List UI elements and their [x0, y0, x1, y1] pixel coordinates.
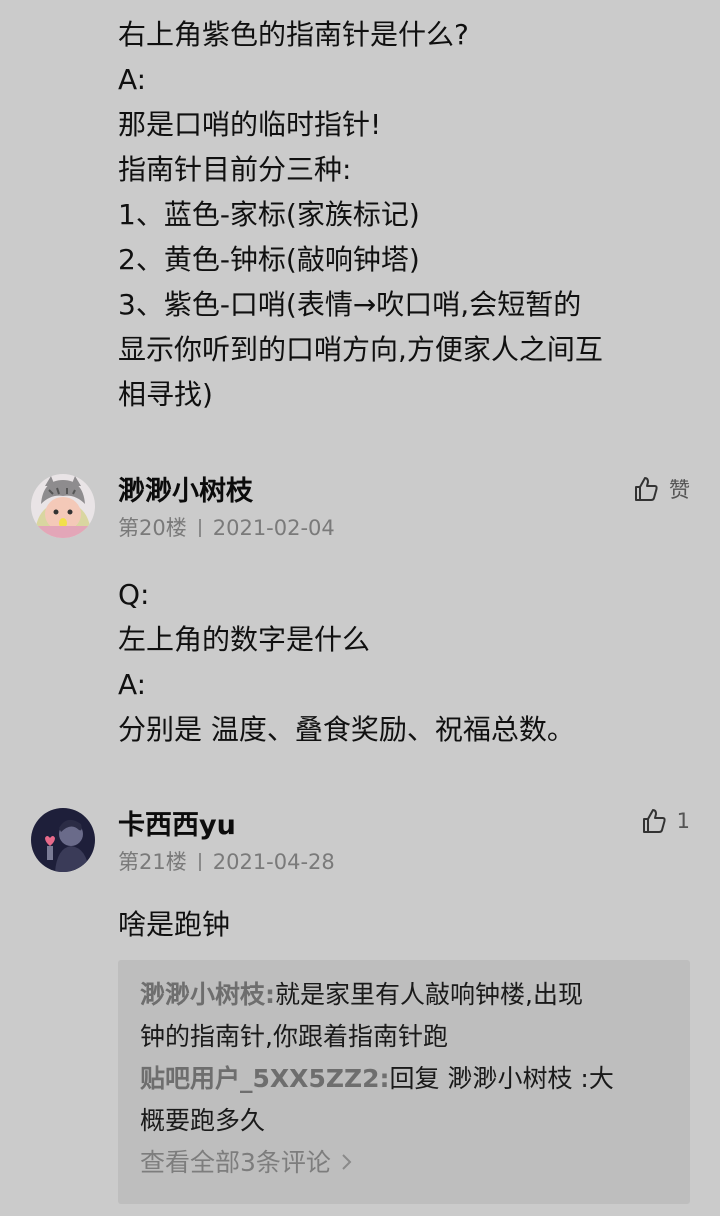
post-content: 右上角紫色的指南针是什么? A: 那是口哨的临时指针! 指南针目前分三种: 1、…	[118, 12, 688, 417]
reply-content: Q: 左上角的数字是什么 A: 分别是 温度、叠食奖励、祝福总数。	[118, 572, 688, 752]
meta-divider	[198, 853, 201, 871]
floor-meta: 第20楼 2021-02-04	[118, 514, 335, 542]
username[interactable]: 渺渺小树枝	[118, 474, 253, 510]
post-line: 右上角紫色的指南针是什么?	[118, 18, 469, 51]
sub-reply-text: 回复 渺渺小树枝 :大	[389, 1064, 614, 1093]
floor-number: 第20楼	[118, 516, 187, 540]
thumbs-up-icon	[633, 476, 659, 502]
dark-portrait-avatar	[31, 808, 95, 872]
post-line: 2、黄色-钟标(敲响钟塔)	[118, 243, 420, 276]
reply-content: 啥是跑钟	[118, 902, 688, 947]
sub-replies-box[interactable]: 渺渺小树枝:就是家里有人敲响钟楼,出现 钟的指南针,你跟着指南针跑 贴吧用户_5…	[118, 960, 690, 1204]
username[interactable]: 卡西西yu	[118, 808, 236, 844]
thumbs-up-icon	[641, 808, 667, 834]
floor-number: 第21楼	[118, 850, 187, 874]
like-label: 赞	[669, 478, 690, 502]
post-line: 3、紫色-口哨(表情→吹口哨,会短暂的	[118, 288, 582, 321]
sub-reply-text: 钟的指南针,你跟着指南针跑	[140, 1022, 448, 1051]
meta-divider	[198, 519, 201, 537]
reply-line: A:	[118, 668, 147, 701]
post-line: 显示你听到的口哨方向,方便家人之间互	[118, 333, 603, 366]
view-all-comments-link[interactable]: 查看全部3条评论	[140, 1142, 668, 1184]
post-line: 1、蓝色-家标(家族标记)	[118, 198, 420, 231]
post-line: 相寻找)	[118, 378, 213, 411]
sub-reply-user[interactable]: 渺渺小树枝:	[140, 980, 275, 1009]
sub-reply-user[interactable]: 贴吧用户_5XX5ZZ2:	[140, 1064, 390, 1093]
sub-reply[interactable]: 渺渺小树枝:就是家里有人敲响钟楼,出现	[140, 974, 668, 1016]
post-date: 2021-02-04	[212, 516, 335, 540]
post-date: 2021-04-28	[212, 850, 335, 874]
floor-meta: 第21楼 2021-04-28	[118, 848, 335, 876]
sub-reply[interactable]: 贴吧用户_5XX5ZZ2:回复 渺渺小树枝 :大	[140, 1058, 668, 1100]
reply-line: Q:	[118, 578, 150, 611]
cartoon-girl-avatar	[31, 474, 95, 538]
reply-line: 分别是 温度、叠食奖励、祝福总数。	[118, 713, 575, 746]
like-count: 1	[676, 809, 690, 833]
reply-line: 啥是跑钟	[118, 908, 231, 941]
like-button[interactable]: 赞	[633, 474, 690, 504]
like-button[interactable]: 1	[641, 808, 690, 834]
post-line: 指南针目前分三种:	[118, 153, 352, 186]
sub-reply-text: 就是家里有人敲响钟楼,出现	[275, 980, 583, 1009]
sub-reply-text: 概要跑多久	[140, 1106, 266, 1135]
post-line: 那是口哨的临时指针!	[118, 108, 382, 141]
view-all-label[interactable]: 查看全部3条评论	[140, 1142, 331, 1184]
reply-line: 左上角的数字是什么	[118, 623, 371, 656]
post-line: A:	[118, 63, 147, 96]
user-avatar[interactable]	[31, 808, 95, 872]
user-avatar[interactable]	[31, 474, 95, 538]
chevron-right-icon	[341, 1142, 353, 1184]
